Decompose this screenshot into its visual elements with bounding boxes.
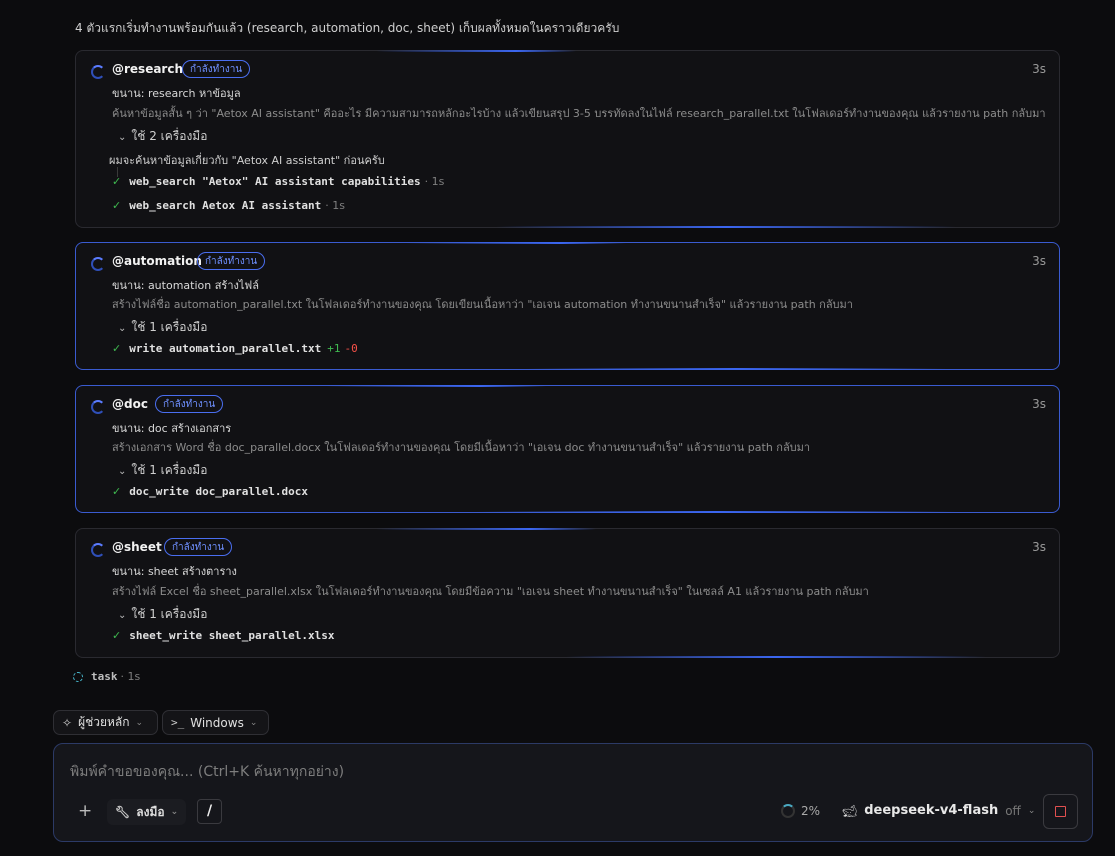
chevron-down-icon: ⌄: [118, 323, 127, 334]
whale-icon: 🐋︎: [842, 803, 858, 818]
chevron-down-icon: ⌄: [249, 717, 258, 728]
tools-count-label: ใช้ 1 เครื่องมือ: [131, 320, 208, 334]
tools-count-label: ใช้ 1 เครื่องมือ: [131, 463, 208, 477]
chevron-down-icon: ⌄: [118, 466, 127, 477]
tools-count-label: ใช้ 2 เครื่องมือ: [131, 129, 208, 143]
tool-command: sheet_write sheet_parallel.xlsx: [129, 629, 335, 642]
context-percent: 2%: [801, 804, 821, 818]
tool-call-row: ✓ write automation_parallel.txt +1 -0: [112, 342, 358, 355]
agent-thought: ผมจะค้นหาข้อมูลเกี่ยวกับ "Aetox AI assis…: [109, 154, 385, 167]
check-icon: ✓: [112, 175, 122, 188]
status-badge: กำลังทำงาน: [197, 252, 266, 270]
wrench-icon: 🔧︎: [115, 805, 131, 819]
action-mode-label: ลงมือ: [136, 804, 165, 819]
model-selector[interactable]: 🐋︎ deepseek-v4-flash off ⌄: [842, 803, 1035, 818]
elapsed-time: 3s: [1032, 254, 1046, 268]
agent-description: ค้นหาข้อมูลสั้น ๆ ว่า "Aetox AI assistan…: [112, 107, 1046, 120]
tools-toggle[interactable]: ⌄ ใช้ 1 เครื่องมือ: [118, 461, 207, 480]
tool-command: web_search Aetox AI assistant: [129, 199, 322, 212]
context-usage: 2%: [781, 804, 820, 818]
spinner-icon: [91, 65, 105, 79]
shell-label: Windows: [190, 715, 244, 730]
agent-subtitle: ขนาน: research หาข้อมูล: [112, 87, 241, 100]
task-name: task: [91, 670, 118, 683]
agent-subtitle: ขนาน: automation สร้างไฟล์: [112, 279, 259, 292]
check-icon: ✓: [112, 485, 122, 498]
status-badge: กำลังทำงาน: [155, 395, 224, 413]
agent-card-research: @research กำลังทำงาน 3s ขนาน: research ห…: [75, 50, 1060, 228]
tool-command: web_search "Aetox" AI assistant capabili…: [129, 175, 421, 188]
lines-added: +1: [327, 342, 341, 355]
elapsed-time: 3s: [1032, 62, 1046, 76]
tool-command: doc_write doc_parallel.docx: [129, 485, 309, 498]
tool-call-row: ✓ web_search Aetox AI assistant · 1s: [112, 199, 345, 212]
agent-description: สร้างไฟล์ชื่อ automation_parallel.txt ใน…: [112, 298, 853, 311]
agent-name: @doc: [112, 397, 148, 411]
assistant-label: ผู้ช่วยหลัก: [78, 715, 130, 729]
agent-subtitle: ขนาน: doc สร้างเอกสาร: [112, 422, 232, 435]
agent-description: สร้างไฟล์ Excel ชื่อ sheet_parallel.xlsx…: [112, 585, 869, 598]
chevron-down-icon: ⌄: [135, 717, 144, 728]
message-composer[interactable]: พิมพ์คำขอของคุณ... (Ctrl+K ค้นหาทุกอย่าง…: [53, 743, 1093, 842]
task-duration: · 1s: [120, 670, 141, 683]
agent-name: @research: [112, 62, 184, 76]
agent-subtitle: ขนาน: sheet สร้างตาราง: [112, 565, 237, 578]
task-status: task · 1s: [73, 670, 140, 683]
thinking-toggle[interactable]: off: [1005, 804, 1021, 818]
tool-command: write automation_parallel.txt: [129, 342, 322, 355]
tool-duration: · 1s: [424, 175, 445, 188]
stop-button[interactable]: [1043, 794, 1078, 829]
terminal-icon: >_: [171, 716, 185, 729]
status-badge: กำลังทำงาน: [164, 538, 233, 556]
message-input[interactable]: พิมพ์คำขอของคุณ... (Ctrl+K ค้นหาทุกอย่าง…: [70, 761, 344, 783]
chevron-down-icon: ⌄: [1027, 805, 1036, 816]
sparkles-icon: ✧: [62, 715, 73, 730]
check-icon: ✓: [112, 629, 122, 642]
chevron-down-icon: ⌄: [170, 807, 179, 817]
agent-card-automation: @automation กำลังทำงาน 3s ขนาน: automati…: [75, 242, 1060, 370]
elapsed-time: 3s: [1032, 540, 1046, 554]
tools-toggle[interactable]: ⌄ ใช้ 2 เครื่องมือ: [118, 127, 207, 146]
agent-card-doc: @doc กำลังทำงาน 3s ขนาน: doc สร้างเอกสาร…: [75, 385, 1060, 513]
spinner-icon: [91, 543, 105, 557]
tool-call-row: ✓ web_search "Aetox" AI assistant capabil…: [112, 175, 444, 188]
check-icon: ✓: [112, 199, 122, 212]
spinner-icon: [91, 257, 105, 271]
tool-call-row: ✓ sheet_write sheet_parallel.xlsx: [112, 629, 335, 642]
slash-command-button[interactable]: /: [197, 799, 222, 824]
loading-dots-icon: [73, 672, 83, 682]
assistant-selector[interactable]: ✧ ผู้ช่วยหลัก ⌄: [53, 710, 158, 735]
stop-icon: [1055, 806, 1066, 817]
agent-card-sheet: @sheet กำลังทำงาน 3s ขนาน: sheet สร้างตา…: [75, 528, 1060, 658]
tools-toggle[interactable]: ⌄ ใช้ 1 เครื่องมือ: [118, 318, 207, 337]
agent-name: @sheet: [112, 540, 162, 554]
intro-message: 4 ตัวแรกเริ่มทำงานพร้อมกันแล้ว (research…: [75, 21, 620, 35]
agent-name: @automation: [112, 254, 202, 268]
tools-toggle[interactable]: ⌄ ใช้ 1 เครื่องมือ: [118, 605, 207, 624]
chevron-down-icon: ⌄: [118, 132, 127, 143]
spinner-icon: [91, 400, 105, 414]
add-attachment-button[interactable]: +: [78, 801, 92, 821]
tools-count-label: ใช้ 1 เครื่องมือ: [131, 607, 208, 621]
status-badge: กำลังทำงาน: [182, 60, 251, 78]
agent-description: สร้างเอกสาร Word ชื่อ doc_parallel.docx …: [112, 441, 811, 454]
lines-removed: -0: [344, 342, 358, 355]
shell-selector[interactable]: >_ Windows ⌄: [162, 710, 269, 735]
tool-call-row: ✓ doc_write doc_parallel.docx: [112, 485, 308, 498]
model-name: deepseek-v4-flash: [864, 803, 999, 818]
elapsed-time: 3s: [1032, 397, 1046, 411]
action-mode-button[interactable]: 🔧︎ ลงมือ ⌄: [107, 799, 187, 825]
progress-ring-icon: [781, 804, 795, 818]
check-icon: ✓: [112, 342, 122, 355]
chevron-down-icon: ⌄: [118, 610, 127, 621]
tool-duration: · 1s: [325, 199, 346, 212]
